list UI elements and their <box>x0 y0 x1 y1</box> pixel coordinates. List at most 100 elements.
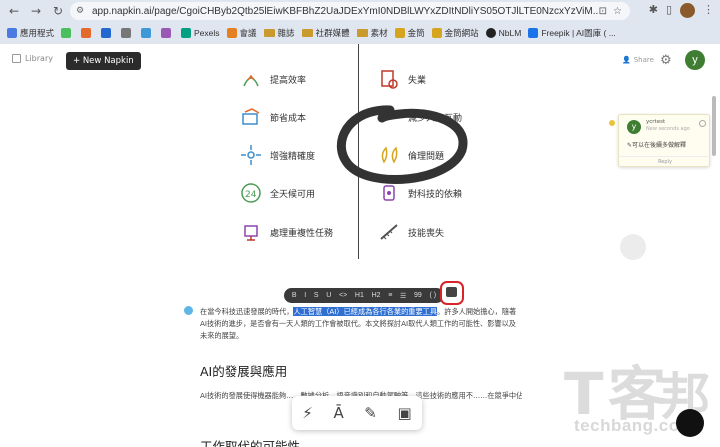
reload-icon[interactable]: ↻ <box>50 3 66 19</box>
unemployment-icon <box>381 70 398 89</box>
folder-icon <box>263 29 275 37</box>
section-heading[interactable]: AI的發展與應用 <box>200 361 287 380</box>
bookmark-icon-3[interactable] <box>101 28 114 38</box>
comment-time: New seconds ago <box>646 126 690 132</box>
bookmark-star-icon[interactable]: ☆ <box>613 6 622 17</box>
extensions-icon[interactable]: ✱ <box>649 3 658 18</box>
translate-icon[interactable]: ⊡ <box>599 6 607 17</box>
comment-marker[interactable] <box>609 120 615 126</box>
notebooklm-icon <box>485 28 496 38</box>
comment-indicator-icon[interactable] <box>184 306 193 315</box>
benefit-item[interactable]: 增強精確度 <box>240 144 315 166</box>
precision-icon <box>241 145 261 165</box>
share-button[interactable]: 👤 Share <box>622 56 654 64</box>
paragraph[interactable]: 在當今科技迅速發展的時代，人工智慧（AI）已經成為各行各業的重要工具。許多人開始… <box>200 306 522 342</box>
ordered-list-button[interactable]: ☰ <box>400 292 406 300</box>
bookmark-jintong-site[interactable]: 金筒網站 <box>431 27 479 39</box>
bookmark-magazine[interactable]: 雜誌 <box>263 27 295 39</box>
jintong-icon <box>394 28 405 38</box>
bookmark-icon-4[interactable] <box>121 28 134 38</box>
code-button[interactable]: <> <box>339 292 347 299</box>
folder-icon <box>356 29 368 37</box>
url-text[interactable]: app.napkin.ai/page/CgoiCHByb2Qtb25lEiwKB… <box>92 6 599 17</box>
bold-button[interactable]: B <box>292 292 297 299</box>
quote-button[interactable]: 99 <box>414 292 422 299</box>
heading2-button[interactable]: H2 <box>372 292 381 299</box>
jintong-site-icon <box>431 28 442 38</box>
heading1-button[interactable]: H1 <box>355 292 364 299</box>
grid-icon <box>121 28 132 38</box>
availability-24-icon: 24 <box>241 183 261 203</box>
resolve-icon[interactable] <box>699 120 706 127</box>
browser-chrome: ← → ↻ ⚙ app.napkin.ai/page/CgoiCHByb2Qtb… <box>0 0 720 44</box>
image-icon[interactable]: ▣ <box>397 404 411 422</box>
strike-button[interactable]: S <box>314 292 319 299</box>
library-icon <box>12 54 21 63</box>
bookmarks-bar: 應用程式 Pexels 會議 雜誌 社群媒體 素材 金筒 金筒網站 NbLM F… <box>0 22 720 44</box>
bullet-list-button[interactable]: ≡ <box>388 292 392 299</box>
bookmark-nblm[interactable]: NbLM <box>485 28 521 38</box>
napkin-page: Library + New Napkin 👤 Share ⚙ y 提高效率 節省… <box>0 44 720 447</box>
highlight-scribble <box>336 105 468 184</box>
text-box-icon[interactable]: Ā <box>333 404 343 422</box>
formula-button[interactable]: ( ) <box>430 292 437 299</box>
italic-button[interactable]: I <box>304 292 306 299</box>
forward-icon[interactable]: → <box>28 3 44 19</box>
sidepanel-icon[interactable]: ▯ <box>666 3 672 18</box>
spark-icon[interactable]: ⚡ <box>302 404 313 422</box>
library-link[interactable]: Library <box>12 54 53 63</box>
comment-text: ✎可以在後續多做解釋 <box>627 142 687 149</box>
benefit-item[interactable]: 處理重複性任務 <box>240 221 333 243</box>
benefit-item[interactable]: 節省成本 <box>240 106 306 128</box>
menu-icon[interactable]: ⋮ <box>703 3 714 18</box>
section-heading[interactable]: 工作取代的可能性 <box>200 436 300 447</box>
benefit-item[interactable]: 24 全天候可用 <box>240 182 315 204</box>
benefit-item[interactable]: 提高效率 <box>240 68 306 90</box>
bookmark-apps[interactable]: 應用程式 <box>7 27 54 39</box>
risk-item[interactable]: 技能喪失 <box>378 221 444 243</box>
back-icon[interactable]: ← <box>6 3 22 19</box>
comment-icon <box>446 287 457 297</box>
settings-icon[interactable]: ⚙ <box>660 53 672 68</box>
bookmark-icon-5[interactable] <box>141 28 154 38</box>
pexels-icon <box>181 28 192 38</box>
bookmark-pexels[interactable]: Pexels <box>181 28 220 38</box>
site-info-icon[interactable]: ⚙ <box>76 6 88 16</box>
comments-chat-icon[interactable] <box>620 234 646 260</box>
zoom-search-icon[interactable] <box>676 409 704 437</box>
apps-grid-icon <box>7 28 17 38</box>
format-toolbar: B I S U <> H1 H2 ≡ ☰ 99 ( ) <box>284 288 444 303</box>
add-comment-button[interactable] <box>440 281 464 305</box>
reply-button[interactable]: Reply <box>619 156 711 165</box>
cost-savings-icon <box>242 108 260 125</box>
bookmark-icon-1[interactable] <box>61 28 74 38</box>
freepik-icon <box>528 28 539 38</box>
comment-card[interactable]: y ycrtest New seconds ago ✎可以在後續多做解釋 Rep… <box>618 114 711 167</box>
svg-text:24: 24 <box>245 190 257 200</box>
bookmark-social[interactable]: 社群媒體 <box>301 27 350 39</box>
skill-loss-icon <box>380 224 398 240</box>
meeting-icon <box>226 28 237 38</box>
comment-avatar: y <box>627 120 641 134</box>
comment-author: ycrtest <box>646 119 666 125</box>
efficiency-icon <box>243 74 259 87</box>
draw-pen-icon[interactable]: ✎ <box>364 404 377 422</box>
bookmark-meeting[interactable]: 會議 <box>226 27 257 39</box>
address-row: ← → ↻ ⚙ app.napkin.ai/page/CgoiCHByb2Qtb… <box>0 0 720 22</box>
c-icon <box>101 28 112 38</box>
bookmark-icon-2[interactable] <box>81 28 94 38</box>
robot-task-icon <box>244 225 258 241</box>
user-avatar[interactable]: y <box>685 50 705 70</box>
profile-avatar[interactable] <box>680 3 695 18</box>
bookmark-assets[interactable]: 素材 <box>356 27 388 39</box>
scrollbar[interactable] <box>712 96 716 156</box>
new-napkin-button[interactable]: + New Napkin <box>66 52 141 70</box>
risk-item[interactable]: 失業 <box>378 68 426 90</box>
selected-text: 人工智慧（AI）已經成為各行各業的重要工具 <box>293 307 438 316</box>
leaf-icon <box>61 28 72 38</box>
bookmark-jintong[interactable]: 金筒 <box>394 27 425 39</box>
address-bar[interactable]: ⚙ app.napkin.ai/page/CgoiCHByb2Qtb25lEiw… <box>70 2 630 20</box>
underline-button[interactable]: U <box>326 292 331 299</box>
bookmark-icon-6[interactable] <box>161 28 174 38</box>
bookmark-freepik[interactable]: Freepik | AI圖庫 ( ... <box>528 27 616 39</box>
